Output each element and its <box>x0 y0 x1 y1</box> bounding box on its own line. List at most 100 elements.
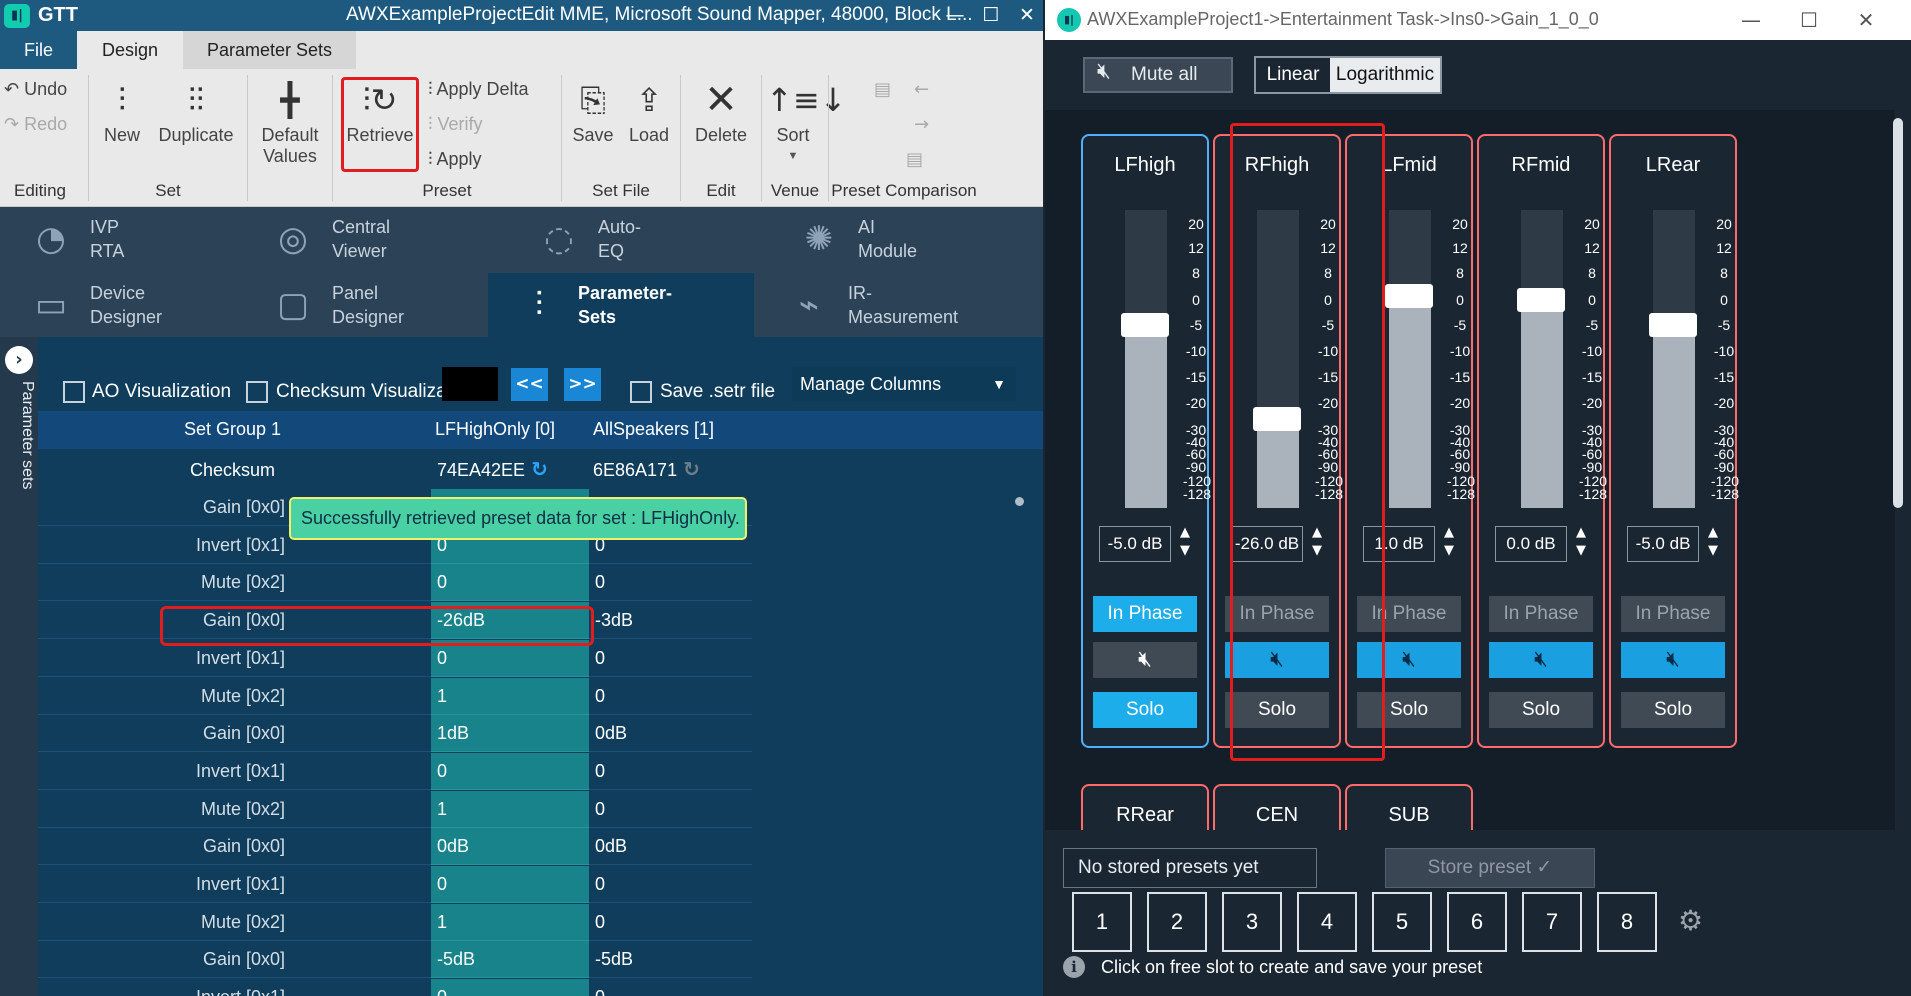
apply-delta-button[interactable]: ⫶ Apply Delta <box>428 79 529 100</box>
undo-button[interactable]: ↶ Undo <box>4 79 67 100</box>
set-b-value-cell[interactable]: 0 <box>589 790 752 828</box>
gain-value-input[interactable]: 0.0 dB <box>1495 526 1567 562</box>
gain-slider-handle[interactable] <box>1517 287 1565 312</box>
tool-central-viewer[interactable]: ◎ Central Viewer <box>242 207 504 269</box>
set-a-value-cell[interactable]: -5dB <box>431 941 589 979</box>
gain-stepper[interactable]: ▲ ▼ <box>1703 524 1723 564</box>
set-b-value-cell[interactable]: 0 <box>589 866 752 903</box>
table-row[interactable]: Gain [0x0] 1dB 0dB <box>38 715 752 753</box>
checksum-visualization-checkbox[interactable] <box>246 381 268 403</box>
tool-auto-eq[interactable]: ◌ Auto- EQ <box>508 207 764 269</box>
close-button[interactable]: ✕ <box>1851 6 1881 34</box>
column-b-header[interactable]: AllSpeakers [1] <box>593 411 714 449</box>
preset-slot-5[interactable]: 5 <box>1372 892 1432 952</box>
set-b-value-cell[interactable]: 0 <box>589 752 752 790</box>
preset-slot-8[interactable]: 8 <box>1597 892 1657 952</box>
gain-slider-track[interactable] <box>1653 210 1695 508</box>
redo-button[interactable]: ↷ Redo <box>4 114 67 135</box>
column-a-header[interactable]: LFHighOnly [0] <box>435 411 555 449</box>
preset-slot-6[interactable]: 6 <box>1447 892 1507 952</box>
tool-panel-designer[interactable]: ▢ Panel Designer <box>242 273 486 335</box>
set-b-value-cell[interactable]: 0 <box>589 979 752 996</box>
decrement-icon[interactable]: ▼ <box>1175 542 1195 560</box>
preset-slot-7[interactable]: 7 <box>1522 892 1582 952</box>
gain-value-input[interactable]: -5.0 dB <box>1627 526 1699 562</box>
new-button[interactable]: ⫶ New <box>97 79 147 146</box>
gain-stepper[interactable]: ▲ ▼ <box>1175 524 1195 564</box>
table-row[interactable]: Mute [0x2] 0 0 <box>38 564 752 602</box>
refresh-icon[interactable]: ↻ <box>683 457 700 481</box>
preset-slot-2[interactable]: 2 <box>1147 892 1207 952</box>
set-b-value-cell[interactable]: -5dB <box>589 941 752 979</box>
mute-button[interactable]: 🔇︎ <box>1489 642 1593 678</box>
store-preset-button[interactable]: Store preset ✓ <box>1385 848 1595 888</box>
compare-preset-icon[interactable]: ▤ <box>874 79 891 100</box>
sort-button[interactable]: ↑≡↓ Sort ▼ <box>766 79 846 167</box>
set-b-value-cell[interactable]: 0 <box>589 677 752 715</box>
set-a-value-cell[interactable]: 1dB <box>431 715 589 753</box>
compare-right-icon[interactable]: → <box>914 114 929 135</box>
set-a-value-cell[interactable]: 1 <box>431 790 589 828</box>
set-a-value-cell[interactable]: 0 <box>431 564 589 602</box>
set-b-value-cell[interactable]: 0 <box>589 903 752 941</box>
scrollbar-thumb[interactable] <box>1015 497 1024 506</box>
duplicate-button[interactable]: ⫶⫶ Duplicate <box>155 79 237 146</box>
table-row[interactable]: Invert [0x1]00 <box>38 866 752 903</box>
delete-button[interactable]: ✕ Delete <box>688 79 754 146</box>
apply-button[interactable]: ⫶ Apply <box>428 149 482 170</box>
set-a-value-cell[interactable]: 0dB <box>431 828 589 866</box>
menu-design[interactable]: Design <box>78 31 182 69</box>
increment-icon[interactable]: ▲ <box>1175 524 1195 542</box>
gain-value-input[interactable]: -5.0 dB <box>1099 526 1171 562</box>
gain-stepper[interactable]: ▲ ▼ <box>1571 524 1591 564</box>
set-b-value-cell[interactable]: 0dB <box>589 715 752 753</box>
set-a-value-cell[interactable]: 0 <box>431 866 589 903</box>
in-phase-button[interactable]: In Phase <box>1489 596 1593 632</box>
table-row[interactable]: Mute [0x2] 1 0 <box>38 677 752 715</box>
tool-ivp-rta[interactable]: ◔ IVP RTA <box>0 207 238 269</box>
maximize-button[interactable]: ☐ <box>1794 6 1824 34</box>
prev-button[interactable]: << <box>511 368 548 401</box>
next-button[interactable]: >> <box>564 368 601 401</box>
menu-parameter-sets[interactable]: Parameter Sets <box>183 31 357 69</box>
maximize-button[interactable]: ☐ <box>977 2 1005 28</box>
mute-button[interactable]: 🔇︎ <box>1621 642 1725 678</box>
minimize-button[interactable]: — <box>941 2 969 28</box>
compare-left-icon[interactable]: ← <box>914 79 929 100</box>
color-swatch[interactable] <box>442 367 498 401</box>
verify-button[interactable]: ⫶ Verify <box>428 114 483 135</box>
preset-slot-4[interactable]: 4 <box>1297 892 1357 952</box>
set-a-value-cell[interactable]: 0 <box>431 979 589 996</box>
gain-slider-handle[interactable] <box>1649 313 1697 338</box>
in-phase-button[interactable]: In Phase <box>1621 596 1725 632</box>
save-setr-checkbox[interactable] <box>630 381 652 403</box>
gain-slider-handle[interactable] <box>1121 313 1169 338</box>
solo-button[interactable]: Solo <box>1093 692 1197 728</box>
set-a-value-cell[interactable]: 1 <box>431 903 589 941</box>
set-a-value-cell[interactable]: 0 <box>431 752 589 790</box>
gain-slider-track[interactable] <box>1125 210 1167 508</box>
scale-logarithmic-button[interactable]: Logarithmic <box>1330 58 1440 92</box>
save-button[interactable]: ⎘ Save <box>568 79 618 146</box>
refresh-icon[interactable]: ↻ <box>531 457 548 481</box>
set-b-value-cell[interactable]: -3dB <box>589 602 752 640</box>
increment-icon[interactable]: ▲ <box>1571 524 1591 542</box>
tool-parameter-sets[interactable]: ⫶ Parameter- Sets <box>488 273 754 337</box>
in-phase-button[interactable]: In Phase <box>1093 596 1197 632</box>
decrement-icon[interactable]: ▼ <box>1703 542 1723 560</box>
gain-slider-handle[interactable] <box>1385 284 1433 309</box>
table-row[interactable]: Mute [0x2] 1 0 <box>38 790 752 828</box>
mute-button[interactable]: 🔇︎ <box>1093 642 1197 678</box>
table-row[interactable]: Gain [0x0] -5dB -5dB <box>38 941 752 979</box>
table-row[interactable]: Invert [0x1]00 <box>38 752 752 790</box>
set-b-value-cell[interactable]: 0 <box>589 564 752 602</box>
table-row[interactable]: Gain [0x0] 0dB 0dB <box>38 828 752 866</box>
decrement-icon[interactable]: ▼ <box>1571 542 1591 560</box>
expand-sidebar-button[interactable]: › <box>5 346 33 374</box>
table-row[interactable]: Mute [0x2] 1 0 <box>38 903 752 941</box>
decrement-icon[interactable]: ▼ <box>1439 542 1459 560</box>
tool-ai-module[interactable]: ✺ AI Module <box>768 207 1043 269</box>
mute-all-button[interactable]: 🔇︎ Mute all <box>1083 57 1233 93</box>
menu-file[interactable]: File <box>0 31 78 69</box>
gain-slider-track[interactable] <box>1389 210 1431 508</box>
